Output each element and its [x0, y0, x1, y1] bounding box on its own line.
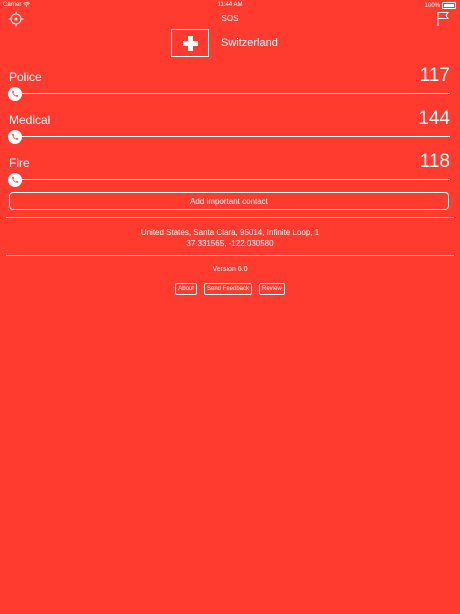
service-divider: [20, 93, 450, 94]
service-medical[interactable]: Medical 144: [8, 108, 452, 149]
about-button[interactable]: About: [175, 283, 197, 295]
status-battery: 100%: [425, 2, 456, 9]
service-divider: [20, 136, 450, 137]
country-name: Switzerland: [221, 37, 278, 49]
location-info: United States, Santa Clara, 95014, Infin…: [0, 227, 460, 249]
add-contact-button[interactable]: Add important contact: [9, 192, 449, 210]
flag-icon[interactable]: [436, 11, 450, 27]
battery-icon: [442, 2, 456, 9]
phone-icon[interactable]: [8, 173, 22, 187]
battery-label: 100%: [424, 2, 440, 9]
service-fire[interactable]: Fire 118: [8, 151, 452, 192]
address-text: United States, Santa Clara, 95014, Infin…: [140, 228, 320, 237]
service-label: Fire: [9, 156, 30, 170]
service-label: Police: [9, 70, 42, 84]
service-label: Medical: [9, 113, 51, 127]
phone-icon[interactable]: [8, 87, 22, 101]
status-time: 11:44 AM: [217, 2, 243, 8]
coordinates-text: 37.331565, -122.030580: [186, 239, 274, 248]
service-number[interactable]: 144: [418, 108, 450, 130]
divider: [6, 255, 454, 256]
swiss-flag-icon: [171, 29, 209, 57]
send-feedback-button[interactable]: Send Feedback: [203, 283, 253, 295]
footer-links: About Send Feedback Review: [0, 283, 460, 295]
service-divider: [20, 179, 450, 180]
nav-title: SOS: [221, 14, 239, 23]
phone-icon[interactable]: [8, 130, 22, 144]
service-police[interactable]: Police 117: [8, 65, 452, 106]
version-label: Version 6.0: [212, 266, 248, 273]
country-selector[interactable]: Switzerland: [171, 28, 278, 58]
review-button[interactable]: Review: [259, 283, 285, 295]
service-number[interactable]: 118: [420, 151, 450, 173]
service-number[interactable]: 117: [420, 65, 450, 87]
status-bar: Carrier 11:44 AM 100%: [0, 0, 460, 10]
divider: [6, 217, 454, 218]
